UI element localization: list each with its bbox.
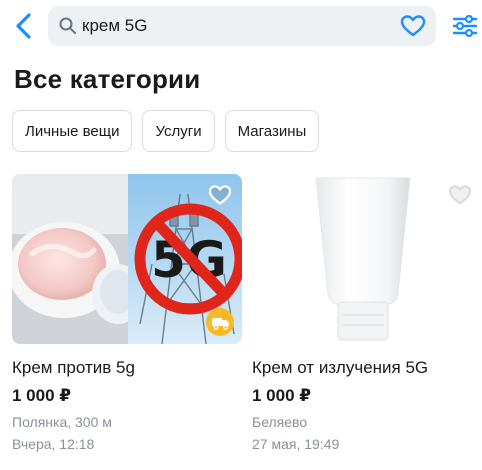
top-bar <box>0 0 482 52</box>
heart-icon[interactable] <box>208 184 232 206</box>
heart-icon[interactable] <box>448 184 472 206</box>
filters-icon[interactable] <box>452 12 478 40</box>
search-bar[interactable] <box>48 6 436 46</box>
search-icon <box>59 17 76 34</box>
listing-card[interactable]: Крем от излучения 5G 1 000 ₽ Беляево 27 … <box>252 174 482 452</box>
heart-icon[interactable] <box>400 14 426 38</box>
listing-location: Беляево <box>252 414 308 430</box>
page-title: Все категории <box>14 64 201 94</box>
listing-price: 1 000 ₽ <box>12 386 72 405</box>
chip-services[interactable]: Услуги <box>142 110 215 152</box>
search-input[interactable] <box>82 6 382 46</box>
chip-personal-items[interactable]: Личные вещи <box>12 110 133 152</box>
listing-photo[interactable]: 5G <box>12 174 242 344</box>
delivery-icon <box>212 318 229 330</box>
listing-date: 27 мая, 19:49 <box>252 436 340 452</box>
listing-location: Полянка, 300 м <box>12 414 112 430</box>
category-chips: Личные вещи Услуги Магазины <box>12 110 320 152</box>
delivery-badge <box>206 308 234 336</box>
listing-price: 1 000 ₽ <box>252 386 312 405</box>
chip-shops[interactable]: Магазины <box>224 110 320 152</box>
back-arrow-icon[interactable] <box>10 8 38 44</box>
listing-title[interactable]: Крем против 5g <box>12 358 135 378</box>
listing-photo[interactable] <box>252 174 482 344</box>
listing-date: Вчера, 12:18 <box>12 436 95 452</box>
listing-title[interactable]: Крем от излучения 5G <box>252 358 428 378</box>
listing-card[interactable]: 5G Крем против 5g 1 000 ₽ Полянка, 300 м… <box>12 174 242 452</box>
